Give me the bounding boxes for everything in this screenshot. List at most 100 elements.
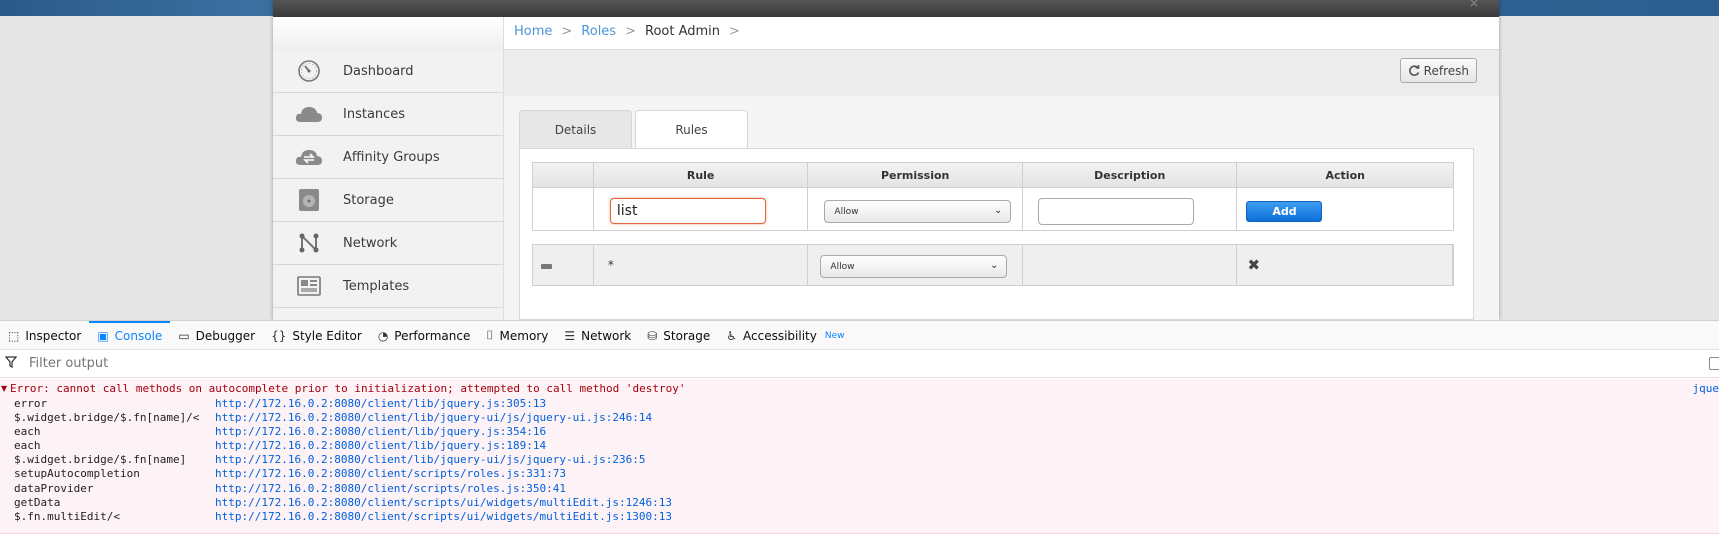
error-source-link[interactable]: jque xyxy=(1693,382,1719,395)
tab-label: Inspector xyxy=(25,329,81,343)
new-rule-row: Allow ⌄ Add xyxy=(532,188,1454,231)
error-text: Error: cannot call methods on autocomple… xyxy=(10,382,686,395)
breadcrumb-home[interactable]: Home xyxy=(514,24,552,39)
tab-debugger[interactable]: ▭ Debugger xyxy=(170,321,263,350)
tab-network[interactable]: ☰ Network xyxy=(556,321,639,350)
refresh-icon xyxy=(1408,65,1420,77)
permission-select[interactable]: Allow ⌄ xyxy=(824,200,1011,223)
detail-view: Details Rules Rule Permission Descriptio… xyxy=(504,96,1499,320)
rules-table-header: Rule Permission Description Action xyxy=(532,162,1454,188)
delete-icon[interactable]: ✖ xyxy=(1247,256,1260,274)
tab-performance[interactable]: ◔ Performance xyxy=(370,321,479,350)
tab-label: Network xyxy=(581,329,631,343)
stack-frame-location[interactable]: http://172.16.0.2:8080/client/lib/jquery… xyxy=(215,411,652,425)
sidebar-header xyxy=(273,17,503,50)
affinity-icon xyxy=(295,143,323,171)
performance-icon: ◔ xyxy=(378,329,388,343)
new-rule-blank-cell xyxy=(533,188,594,230)
permission-select-value: Allow xyxy=(830,262,854,272)
new-rule-permission-cell: Allow ⌄ xyxy=(808,188,1023,230)
row-handle-cell xyxy=(533,245,594,285)
filter-input[interactable] xyxy=(29,356,629,371)
stack-frame-location[interactable]: http://172.16.0.2:8080/client/lib/jquery… xyxy=(215,425,546,439)
console-filter-bar xyxy=(0,350,1719,378)
refresh-label: Refresh xyxy=(1424,64,1469,78)
close-icon[interactable]: × xyxy=(1469,0,1479,6)
tab-details[interactable]: Details xyxy=(519,110,632,148)
stack-frame: dataProviderhttp://172.16.0.2:8080/clien… xyxy=(14,482,672,496)
console-icon: ▣ xyxy=(97,329,108,343)
stack-frame-function: $.widget.bridge/$.fn[name] xyxy=(14,453,215,467)
row-description-cell xyxy=(1023,245,1238,285)
stack-frame: setupAutocompletionhttp://172.16.0.2:808… xyxy=(14,467,672,481)
chevron-down-icon: ⌄ xyxy=(990,260,998,271)
stack-frame: getDatahttp://172.16.0.2:8080/client/scr… xyxy=(14,496,672,510)
stack-frame-location[interactable]: http://172.16.0.2:8080/client/lib/jquery… xyxy=(215,453,645,467)
stack-frame-function: each xyxy=(14,425,215,439)
new-rule-rule-cell xyxy=(594,188,809,230)
templates-icon xyxy=(295,272,323,300)
storage-icon xyxy=(295,186,323,214)
devtools-panel: ⬚ Inspector ▣ Console ▭ Debugger {} Styl… xyxy=(0,320,1719,550)
sidebar-item-instances[interactable]: Instances xyxy=(273,93,503,136)
persist-logs-checkbox[interactable] xyxy=(1709,357,1719,370)
breadcrumb-separator: > xyxy=(561,24,572,39)
sidebar-item-label: Storage xyxy=(343,193,394,208)
sidebar-item-network[interactable]: Network xyxy=(273,222,503,265)
expand-triangle-icon[interactable]: ▼ xyxy=(1,384,7,393)
stack-frame-location[interactable]: http://172.16.0.2:8080/client/scripts/ui… xyxy=(215,510,672,524)
app-titlebar: × xyxy=(273,0,1499,17)
stack-frame-location[interactable]: http://172.16.0.2:8080/client/scripts/ro… xyxy=(215,467,566,481)
tab-inspector[interactable]: ⬚ Inspector xyxy=(0,321,89,350)
stack-frame-location[interactable]: http://172.16.0.2:8080/client/lib/jquery… xyxy=(215,397,546,411)
rules-panel: Rule Permission Description Action Allow xyxy=(519,148,1474,320)
chevron-down-icon: ⌄ xyxy=(994,205,1002,216)
sidebar-item-dashboard[interactable]: Dashboard xyxy=(273,50,503,93)
tab-rules[interactable]: Rules xyxy=(635,110,748,149)
cloud-icon xyxy=(295,100,323,128)
breadcrumb: Home>Roles>Root Admin> xyxy=(514,24,749,39)
rule-value: * xyxy=(608,258,614,272)
sidebar-item-affinity-groups[interactable]: Affinity Groups xyxy=(273,136,503,179)
header-blank xyxy=(533,163,594,187)
breadcrumb-roles[interactable]: Roles xyxy=(581,24,616,39)
header-permission: Permission xyxy=(808,163,1023,187)
sidebar-item-label: Instances xyxy=(343,107,405,122)
row-action-cell: ✖ xyxy=(1237,245,1453,285)
sidebar-item-storage[interactable]: Storage xyxy=(273,179,503,222)
breadcrumb-separator: > xyxy=(625,24,636,39)
devtools-toolbar: ⬚ Inspector ▣ Console ▭ Debugger {} Styl… xyxy=(0,321,1719,350)
sidebar-item-label: Dashboard xyxy=(343,64,414,79)
stack-frame-location[interactable]: http://172.16.0.2:8080/client/scripts/ro… xyxy=(215,482,566,496)
tab-accessibility[interactable]: ♿ Accessibility New xyxy=(718,321,852,350)
tab-style-editor[interactable]: {} Style Editor xyxy=(263,321,370,350)
header-description: Description xyxy=(1023,163,1238,187)
header-rule: Rule xyxy=(594,163,809,187)
tab-storage[interactable]: ⛁ Storage xyxy=(639,321,718,350)
refresh-button[interactable]: Refresh xyxy=(1400,58,1477,83)
sidebar-item-label: Templates xyxy=(343,279,409,294)
console-error-message: ▼ Error: cannot call methods on autocomp… xyxy=(0,379,1719,534)
stack-trace: errorhttp://172.16.0.2:8080/client/lib/j… xyxy=(14,397,672,524)
breadcrumb-separator: > xyxy=(729,24,740,39)
new-badge: New xyxy=(825,331,845,341)
stack-frame: $.fn.multiEdit/<http://172.16.0.2:8080/c… xyxy=(14,510,672,524)
drag-handle-icon[interactable] xyxy=(541,264,552,269)
inspector-icon: ⬚ xyxy=(8,329,19,343)
stack-frame-location[interactable]: http://172.16.0.2:8080/client/lib/jquery… xyxy=(215,439,546,453)
row-rule-cell: * xyxy=(594,245,809,285)
new-rule-action-cell: Add xyxy=(1237,188,1453,230)
sidebar-item-templates[interactable]: Templates xyxy=(273,265,503,308)
tab-label: Storage xyxy=(663,329,710,343)
stack-frame-location[interactable]: http://172.16.0.2:8080/client/scripts/ui… xyxy=(215,496,672,510)
stack-frame: $.widget.bridge/$.fn[name]http://172.16.… xyxy=(14,453,672,467)
stack-frame-function: setupAutocompletion xyxy=(14,467,215,481)
tab-memory[interactable]: ⌷ Memory xyxy=(478,321,556,350)
stack-frame-function: error xyxy=(14,397,215,411)
stack-frame-function: $.fn.multiEdit/< xyxy=(14,510,215,524)
permission-select[interactable]: Allow ⌄ xyxy=(820,255,1007,278)
tab-console[interactable]: ▣ Console xyxy=(89,321,170,350)
add-button[interactable]: Add xyxy=(1246,201,1322,222)
description-input[interactable] xyxy=(1038,198,1194,225)
rule-input[interactable] xyxy=(610,198,766,224)
